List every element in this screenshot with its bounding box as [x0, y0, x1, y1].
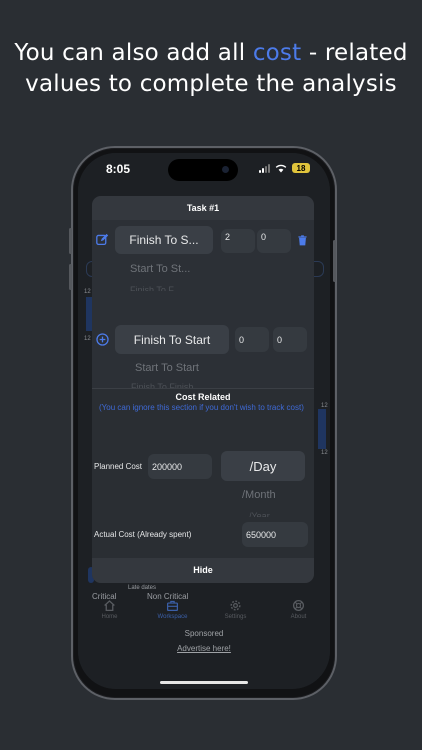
dependency-lag-field[interactable]: 2 — [221, 229, 255, 253]
phone-screen: 12 12 12 12 Late dates Critical Non Crit… — [78, 153, 330, 689]
phone-side-button-right — [333, 240, 336, 282]
headline-accent: cost — [252, 40, 302, 66]
tab-label: Settings — [224, 614, 247, 620]
actual-cost-input[interactable]: 650000 — [242, 522, 308, 547]
wheel-option[interactable]: /Year — [249, 511, 270, 517]
battery-icon: 18 — [292, 163, 310, 173]
tab-label: About — [290, 614, 307, 620]
bg-row-label: 12 — [84, 336, 91, 342]
dynamic-island — [168, 159, 238, 181]
new-dependency-type-picker[interactable]: Finish To Start — [115, 325, 229, 354]
status-time: 8:05 — [106, 162, 131, 176]
status-icons: 18 — [259, 163, 310, 173]
new-dependency-value-field[interactable]: 0 — [273, 327, 307, 352]
new-dependency-lag-field[interactable]: 0 — [235, 327, 269, 352]
phone-side-button-left-1 — [69, 228, 72, 254]
cost-section-note: (You can ignore this section if you don'… — [99, 403, 304, 412]
edit-icon[interactable] — [96, 233, 109, 246]
advertise-link[interactable]: Advertise here! — [78, 644, 330, 653]
add-circle-icon[interactable] — [96, 333, 109, 346]
headline: You can also add all cost - related valu… — [0, 38, 422, 100]
cost-section-title: Cost Related — [175, 392, 231, 402]
hide-button[interactable]: Hide — [92, 558, 314, 583]
planned-cost-input[interactable]: 200000 — [148, 454, 212, 479]
planned-cost-label: Planned Cost — [94, 462, 143, 471]
dependency-type-picker[interactable]: Finish To S... — [115, 226, 213, 254]
home-indicator[interactable] — [160, 681, 248, 684]
wheel-option[interactable]: Finish To F... — [130, 285, 180, 291]
late-dates-label: Late dates — [128, 585, 157, 591]
actual-cost-label: Actual Cost (Already spent) — [94, 530, 192, 539]
headline-pre: You can also add all — [14, 40, 253, 66]
sponsored-label: Sponsored — [184, 629, 224, 638]
wheel-option[interactable]: Start To Start — [135, 362, 199, 374]
trash-icon[interactable] — [297, 234, 308, 247]
tab-label: Home — [101, 614, 118, 620]
cost-section: Cost Related (You can ignore this sectio… — [92, 388, 314, 559]
signal-icon — [259, 163, 270, 173]
home-icon — [104, 600, 115, 612]
wifi-icon — [275, 164, 287, 172]
dependency-value-field[interactable]: 0 — [257, 229, 291, 253]
phone-side-button-left-2 — [69, 264, 72, 290]
wheel-option[interactable]: /Month — [242, 489, 276, 501]
bg-row-label: 12 — [321, 450, 328, 456]
task-modal: Task #1 Finish To S... 2 0 Start To St..… — [92, 196, 314, 583]
gear-icon — [230, 600, 241, 611]
wheel-option[interactable]: Start To St... — [130, 263, 190, 275]
briefcase-icon — [167, 600, 178, 611]
cost-period-picker[interactable]: /Day — [221, 451, 305, 481]
tab-label: Workspace — [157, 614, 188, 620]
life-ring-icon — [292, 599, 305, 612]
modal-title: Task #1 — [92, 196, 314, 220]
bg-row-label: 12 — [84, 289, 91, 295]
